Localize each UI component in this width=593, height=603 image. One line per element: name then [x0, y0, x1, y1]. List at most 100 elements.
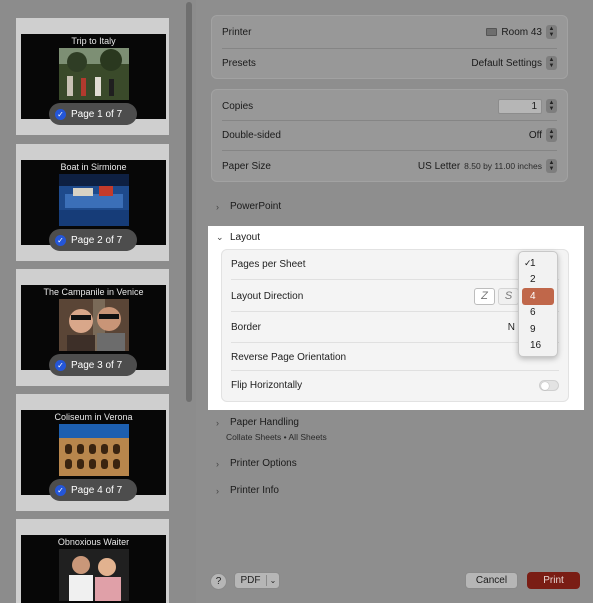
menu-item-4[interactable]: 4 [522, 288, 554, 305]
print-button[interactable]: Print [527, 572, 580, 589]
paper-handling-summary: Collate Sheets • All Sheets [226, 432, 327, 442]
direction-s-button[interactable]: S [498, 287, 519, 305]
thumbnail-page-1[interactable]: Trip to Italy ✓ Page 1 of 7 [16, 18, 169, 135]
section-powerpoint[interactable]: › PowerPoint [216, 201, 281, 212]
pdf-label: PDF [235, 575, 267, 586]
menu-item-2[interactable]: 2 [522, 272, 554, 289]
section-layout[interactable]: ⌄ Layout [216, 232, 260, 243]
layout-options: Pages per Sheet Layout Direction Z S Bor… [221, 249, 569, 402]
divider [231, 370, 559, 371]
slide-photo [59, 299, 129, 351]
section-label: Printer Info [230, 485, 279, 496]
pages-per-sheet-label: Pages per Sheet [231, 258, 306, 270]
cancel-button[interactable]: Cancel [465, 572, 518, 589]
section-label: Paper Handling [230, 417, 299, 428]
double-sided-row[interactable]: Double-sided Off ▲ ▼ [222, 127, 557, 143]
double-sided-value: Off [528, 129, 542, 141]
chevron-right-icon: › [216, 458, 219, 469]
divider [222, 120, 557, 121]
pages-per-sheet-row[interactable]: Pages per Sheet [231, 254, 559, 274]
divider [231, 342, 559, 343]
presets-value: Default Settings [471, 57, 542, 69]
thumbnail-page-3[interactable]: The Campanile in Venice ✓ Page 3 of 7 [16, 269, 169, 386]
menu-item-9[interactable]: 9 [522, 321, 554, 338]
pages-per-sheet-menu: ✓ 1 2 4 6 9 16 [518, 251, 558, 357]
border-row[interactable]: Border N [231, 317, 559, 337]
slide-title: Trip to Italy [71, 36, 116, 46]
chevron-down-icon: ⌄ [269, 576, 277, 585]
layout-direction-label: Layout Direction [231, 290, 304, 302]
checkmark-icon: ✓ [55, 484, 66, 496]
thumbnail-page-4[interactable]: Coliseum in Verona ✓ Page 4 of 7 [16, 394, 169, 511]
chevron-right-icon: › [216, 201, 219, 212]
flip-horizontally-row: Flip Horizontally [231, 375, 559, 395]
copies-row: Copies 1 ▲ ▼ [222, 98, 557, 114]
divider [231, 311, 559, 312]
copies-group: Copies 1 ▲ ▼ Double-sided Off ▲ ▼ Paper Si… [211, 89, 568, 182]
printer-group: Printer Room 43 ▲ ▼ Presets Default Setti… [211, 15, 568, 79]
border-label: Border [231, 321, 262, 333]
printer-label: Printer [222, 26, 252, 38]
printer-row[interactable]: Printer Room 43 ▲ ▼ [222, 24, 557, 40]
menu-item-1[interactable]: ✓ 1 [522, 255, 554, 272]
updown-icon: ▲ ▼ [546, 159, 557, 173]
checkmark-icon: ✓ [524, 257, 532, 268]
page-label: Page 3 of 7 [71, 359, 123, 371]
chevron-down-icon: ⌄ [216, 232, 224, 242]
section-label: Printer Options [230, 458, 297, 469]
divider [222, 150, 557, 151]
printer-value: Room 43 [501, 26, 542, 38]
flip-horizontally-label: Flip Horizontally [231, 379, 303, 391]
paper-size-dimensions: 8.50 by 11.00 inches [464, 161, 542, 171]
slide-preview: Obnoxious Waiter [21, 535, 166, 603]
slide-title: Coliseum in Verona [54, 412, 133, 422]
layout-direction-row: Layout Direction Z S [231, 286, 559, 306]
thumbnail-page-2[interactable]: Boat in Sirmione ✓ Page 2 of 7 [16, 144, 169, 261]
reverse-orientation-row: Reverse Page Orientation [231, 347, 559, 367]
menu-item-16[interactable]: 16 [522, 338, 554, 355]
page-label: Page 2 of 7 [71, 234, 123, 246]
printer-icon [486, 28, 498, 36]
page-indicator: ✓ Page 3 of 7 [49, 354, 137, 376]
chevron-right-icon: › [216, 417, 219, 428]
slide-photo [59, 549, 129, 601]
slide-title: Boat in Sirmione [60, 162, 127, 172]
copies-input[interactable]: 1 [498, 98, 542, 114]
presets-label: Presets [222, 57, 256, 69]
pdf-menu-button[interactable]: PDF ⌄ [234, 572, 280, 589]
slide-photo [59, 424, 129, 476]
updown-icon: ▲ ▼ [546, 56, 557, 70]
page-label: Page 4 of 7 [71, 484, 123, 496]
border-value: N [507, 321, 515, 333]
section-label: Layout [230, 232, 261, 243]
section-label: PowerPoint [230, 201, 282, 212]
section-paper-handling[interactable]: › Paper Handling [216, 417, 299, 428]
section-printer-info[interactable]: › Printer Info [216, 485, 279, 496]
chevron-right-icon: › [216, 485, 219, 496]
help-button[interactable]: ? [210, 573, 227, 590]
section-printer-options[interactable]: › Printer Options [216, 458, 297, 469]
layout-direction-buttons: Z S [474, 287, 519, 305]
menu-item-6[interactable]: 6 [522, 305, 554, 322]
flip-horizontally-toggle[interactable] [539, 379, 559, 391]
paper-size-row[interactable]: Paper Size US Letter 8.50 by 11.00 inche… [222, 158, 557, 174]
slide-photo [59, 174, 129, 226]
thumbnail-page-5[interactable]: Obnoxious Waiter [16, 519, 169, 603]
thumbnail-scrollbar[interactable] [186, 2, 192, 402]
checkmark-icon: ✓ [55, 359, 66, 371]
thumbnail-pane[interactable]: Trip to Italy ✓ Page 1 of 7 Boat in Sirm… [0, 0, 196, 603]
page-label: Page 1 of 7 [71, 108, 123, 120]
divider [222, 48, 557, 49]
paper-size-value: US Letter [417, 160, 461, 172]
updown-icon: ▲ ▼ [546, 128, 557, 142]
double-sided-label: Double-sided [222, 129, 281, 141]
page-indicator: ✓ Page 2 of 7 [49, 229, 137, 251]
checkmark-icon: ✓ [55, 108, 66, 120]
updown-icon: ▲ ▼ [546, 25, 557, 39]
page-indicator: ✓ Page 4 of 7 [49, 479, 137, 501]
direction-z-button[interactable]: Z [474, 287, 495, 305]
presets-row[interactable]: Presets Default Settings ▲ ▼ [222, 55, 557, 71]
slide-title: The Campanile in Venice [43, 287, 144, 297]
reverse-orientation-label: Reverse Page Orientation [231, 351, 347, 363]
copies-stepper[interactable]: ▲ ▼ [546, 99, 557, 113]
